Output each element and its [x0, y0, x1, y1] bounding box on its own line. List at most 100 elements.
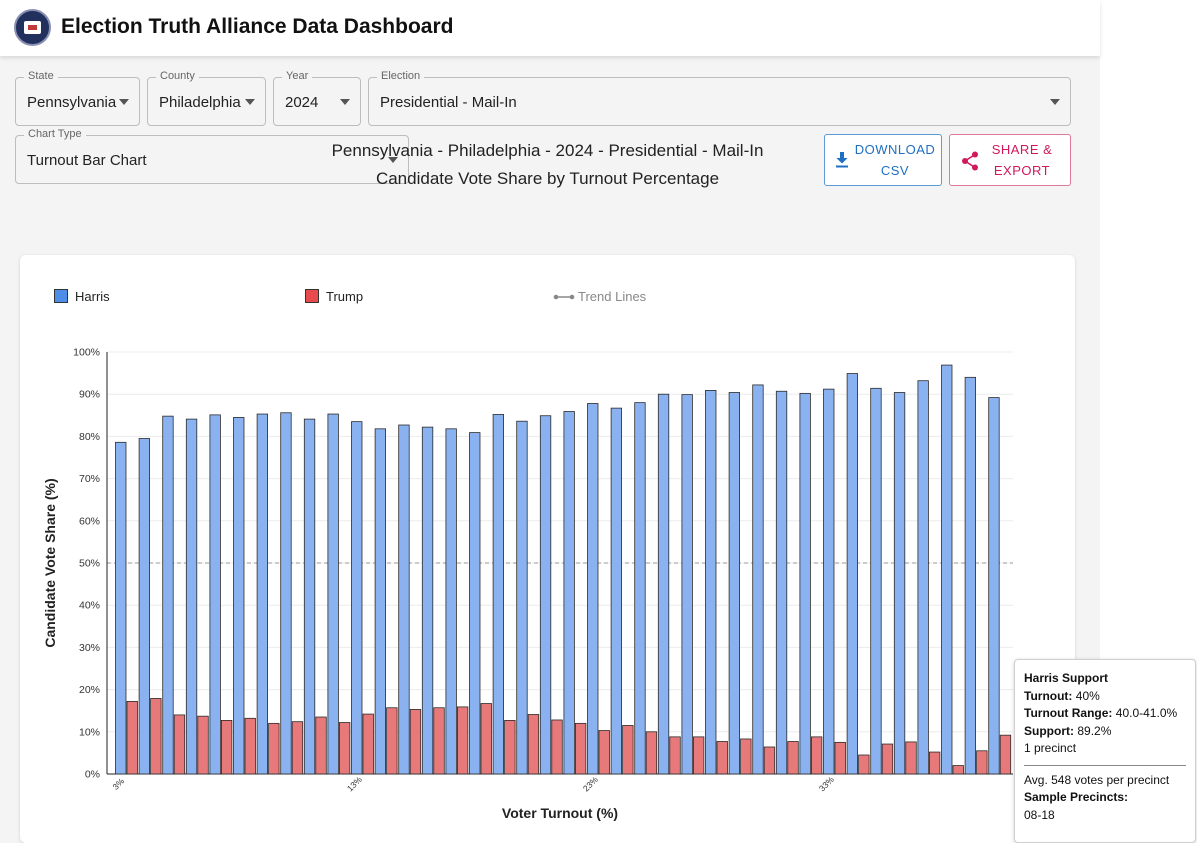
harris-bar — [823, 388, 835, 775]
harris-bar — [964, 376, 976, 775]
trump-bar — [952, 765, 964, 775]
trump-bar — [244, 717, 256, 775]
harris-bar — [138, 438, 151, 775]
trump-bar — [315, 716, 327, 775]
harris-bar — [775, 390, 788, 775]
x-tick-label: 23% — [581, 774, 600, 793]
x-tick-label: 13% — [345, 774, 364, 793]
trump-bar — [291, 721, 304, 775]
trump-bar — [811, 736, 823, 775]
harris-bar — [846, 373, 858, 775]
trump-bar — [716, 741, 728, 775]
trump-bar — [858, 754, 870, 775]
trump-bar — [881, 743, 894, 775]
trump-bar — [763, 746, 776, 775]
harris-bar — [303, 418, 316, 775]
trump-bar — [504, 720, 516, 775]
y-tick-label: 40% — [79, 600, 100, 612]
trump-bar — [173, 714, 186, 775]
tooltip-turnout-range: Turnout Range: 40.0-41.0% — [1024, 706, 1178, 720]
harris-bar — [917, 380, 929, 775]
tooltip-avg-votes: Avg. 548 votes per precinct — [1024, 772, 1170, 787]
harris-bar — [893, 392, 906, 775]
page-title: Election Truth Alliance Data Dashboard — [61, 15, 454, 38]
y-tick-label: 90% — [79, 389, 100, 401]
y-tick-label: 60% — [79, 515, 100, 527]
tooltip-turnout: Turnout: 40% — [1024, 688, 1100, 703]
y-tick-label: 80% — [79, 431, 100, 443]
harris-bar — [115, 441, 127, 775]
trump-bar — [976, 750, 988, 775]
harris-bar — [327, 413, 339, 775]
y-tick-label: 30% — [79, 642, 100, 654]
trump-bar — [999, 734, 1012, 775]
trump-bar — [480, 703, 492, 775]
y-tick-label: 10% — [79, 726, 100, 738]
tooltip-support: Support: 89.2% — [1024, 723, 1112, 738]
chart-tooltip: Harris Support Turnout: 40% Turnout Rang… — [1014, 659, 1196, 843]
harris-bar — [799, 392, 811, 775]
tooltip-precinct-count: 1 precinct — [1024, 741, 1077, 755]
harris-bar — [516, 420, 528, 775]
harris-bar — [256, 413, 269, 775]
y-tick-label: 0% — [85, 769, 100, 781]
harris-bar — [209, 414, 221, 775]
trump-bar — [362, 713, 374, 775]
harris-bar — [445, 428, 457, 775]
harris-bar — [752, 384, 764, 775]
trump-bar — [150, 698, 162, 775]
trump-bar — [338, 722, 351, 775]
dashboard-app: Election Truth Alliance Data Dashboard S… — [0, 0, 1197, 843]
harris-bar — [539, 415, 552, 775]
trump-bar — [126, 701, 138, 775]
trump-bar — [929, 751, 941, 775]
trump-bar — [622, 725, 634, 775]
trump-bar — [527, 714, 540, 775]
election-truth-alliance-logo — [14, 9, 51, 46]
trump-bar — [740, 738, 752, 775]
trump-bar — [787, 741, 799, 775]
harris-bar — [421, 426, 434, 775]
trump-bar — [197, 715, 209, 775]
trump-bar — [834, 741, 846, 775]
trump-bar — [409, 709, 422, 775]
tooltip-sample-value: 08-18 — [1024, 807, 1055, 822]
harris-bar — [634, 402, 646, 775]
y-axis-title: Candidate Vote Share (%) — [42, 478, 58, 647]
app-header: Election Truth Alliance Data Dashboard — [0, 0, 1100, 56]
x-tick-label: 33% — [817, 774, 836, 793]
trump-bar — [598, 730, 610, 775]
trump-bar — [386, 707, 398, 775]
harris-bar — [657, 393, 670, 775]
tooltip-divider — [1024, 764, 1186, 766]
harris-bar — [610, 407, 622, 775]
trump-bar — [645, 731, 658, 775]
harris-bar — [233, 417, 245, 775]
y-tick-label: 50% — [79, 558, 100, 570]
y-tick-label: 100% — [73, 347, 100, 359]
trump-bar — [693, 736, 705, 775]
harris-bar — [941, 364, 953, 775]
harris-bar — [280, 412, 292, 775]
trump-bar — [575, 722, 587, 775]
harris-bar — [728, 392, 740, 775]
harris-bar — [469, 432, 481, 775]
harris-bar — [351, 421, 363, 775]
harris-bar — [374, 428, 387, 775]
trump-bar — [905, 741, 917, 775]
harris-bar — [988, 397, 1000, 775]
tooltip-sample-label: Sample Precincts: — [1024, 790, 1129, 804]
harris-bar — [162, 415, 174, 775]
trump-bar — [268, 722, 280, 775]
harris-bar — [870, 387, 882, 775]
trump-bar — [669, 736, 681, 775]
harris-bar — [563, 411, 575, 775]
harris-bar — [587, 403, 599, 775]
x-axis-title: Voter Turnout (%) — [502, 805, 618, 821]
harris-bar — [185, 418, 198, 775]
x-tick-label: 3% — [110, 776, 126, 792]
trump-bar — [456, 706, 469, 775]
harris-bar — [492, 414, 505, 775]
tooltip-title: Harris Support — [1024, 671, 1109, 685]
turnout-bar-chart: 0% 10% 20% 30% 40% 50% 60% 70% 80% 90% 100% 3% 13% 23… — [42, 347, 1013, 821]
